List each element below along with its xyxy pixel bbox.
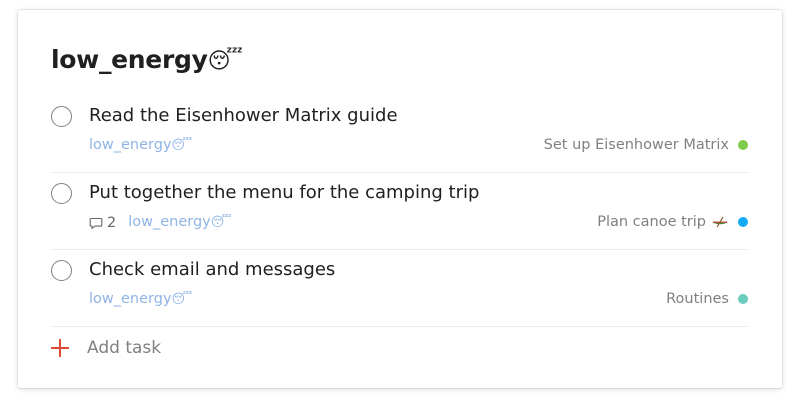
task-label-text: low_energy	[128, 214, 211, 230]
plus-icon	[51, 339, 69, 357]
task-label-link[interactable]: low_energy😴	[89, 289, 192, 310]
task-project-link[interactable]: Routines	[666, 289, 748, 309]
sleeping-face-emoji: 😴	[207, 49, 243, 74]
task-label-link[interactable]: low_energy😴	[128, 212, 231, 233]
project-color-dot	[738, 294, 748, 304]
task-title[interactable]: Put together the menu for the camping tr…	[89, 181, 479, 205]
add-task-label: Add task	[87, 338, 162, 358]
task-project-link[interactable]: Set up Eisenhower Matrix	[544, 135, 748, 155]
task-title[interactable]: Read the Eisenhower Matrix guide	[89, 104, 398, 128]
task-item[interactable]: Read the Eisenhower Matrix guide low_ene…	[51, 96, 748, 173]
task-project-link[interactable]: Plan canoe trip	[597, 212, 748, 232]
task-label-text: low_energy	[89, 291, 172, 307]
sleeping-face-emoji: 😴	[171, 138, 193, 153]
sleeping-face-emoji: 😴	[171, 292, 193, 307]
task-meta: low_energy😴	[89, 135, 192, 156]
task-project-name: Set up Eisenhower Matrix	[543, 137, 729, 153]
task-project-name: Plan canoe trip	[597, 214, 706, 230]
comments-indicator[interactable]: 2	[89, 213, 116, 233]
task-meta: low_energy😴	[89, 289, 192, 310]
comment-count: 2	[107, 214, 117, 231]
task-meta: 2 low_energy😴	[89, 212, 232, 233]
filter-view-card: low_energy😴 Read the Eisenhower Matrix g…	[18, 10, 782, 388]
add-task-button[interactable]: Add task	[51, 337, 161, 359]
canoe-icon	[711, 216, 729, 228]
task-label-link[interactable]: low_energy😴	[89, 135, 192, 156]
task-checkbox[interactable]	[51, 106, 72, 127]
task-project-name: Routines	[666, 291, 729, 307]
task-checkbox[interactable]	[51, 260, 72, 281]
comment-icon	[89, 217, 103, 229]
project-color-dot	[738, 140, 748, 150]
task-title[interactable]: Check email and messages	[89, 258, 335, 282]
page-title: low_energy😴	[51, 44, 243, 78]
page-title-text: low_energy	[51, 45, 208, 74]
sleeping-face-emoji: 😴	[210, 215, 232, 230]
task-label-text: low_energy	[89, 137, 172, 153]
task-item[interactable]: Put together the menu for the camping tr…	[51, 173, 748, 250]
task-checkbox[interactable]	[51, 183, 72, 204]
project-color-dot	[738, 217, 748, 227]
task-item[interactable]: Check email and messages low_energy😴 Rou…	[51, 250, 748, 327]
